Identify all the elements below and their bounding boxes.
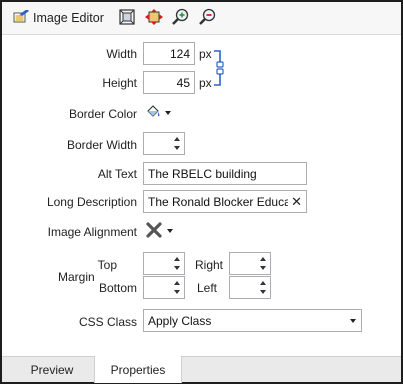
long-description-label: Long Description xyxy=(46,195,137,209)
border-color-picker[interactable] xyxy=(145,102,171,124)
css-class-label: CSS Class xyxy=(78,315,137,329)
alt-text-label: Alt Text xyxy=(97,167,137,181)
arrow-down-icon xyxy=(174,266,180,270)
tab-preview-label: Preview xyxy=(30,363,74,377)
arrow-up-icon xyxy=(174,137,180,141)
margin-left-stepper[interactable] xyxy=(229,276,271,299)
zoom-in-icon xyxy=(171,8,190,29)
fit-to-size-button[interactable] xyxy=(115,7,139,29)
arrow-up-icon xyxy=(260,281,266,285)
width-unit: px xyxy=(199,47,212,61)
margin-left-label: Left xyxy=(196,281,217,295)
stepper-arrows[interactable] xyxy=(174,279,182,296)
alt-text-input[interactable] xyxy=(143,162,307,185)
border-width-stepper[interactable] xyxy=(143,132,185,155)
tab-properties-label: Properties xyxy=(110,362,166,377)
chevron-down-icon xyxy=(350,319,356,323)
height-label: Height xyxy=(102,76,137,90)
image-alignment-picker[interactable] xyxy=(145,220,173,242)
border-width-label: Border Width xyxy=(66,138,137,152)
long-description-input[interactable]: The Ronald Blocker Educa ✕ xyxy=(143,190,307,213)
long-description-value: The Ronald Blocker Educa xyxy=(148,194,288,209)
arrow-up-icon xyxy=(260,257,266,261)
stepper-arrows[interactable] xyxy=(174,135,182,152)
zoom-out-button[interactable] xyxy=(196,7,220,29)
arrow-up-icon xyxy=(174,281,180,285)
css-class-value: Apply Class xyxy=(148,313,212,328)
arrow-down-icon xyxy=(174,290,180,294)
image-editor-button[interactable]: Image Editor xyxy=(12,7,111,29)
stepper-arrows[interactable] xyxy=(260,279,268,296)
arrow-down-icon xyxy=(260,266,266,270)
height-input[interactable] xyxy=(143,71,195,94)
css-class-select[interactable]: Apply Class xyxy=(143,309,362,332)
image-editor-window: Image Editor Width 124 px Height 45 px B… xyxy=(0,0,403,384)
aspect-lock-icon xyxy=(213,50,227,89)
margin-label: Margin xyxy=(58,270,95,284)
arrow-down-icon xyxy=(260,290,266,294)
zoom-out-icon xyxy=(198,8,217,29)
aspect-lock-button[interactable] xyxy=(213,50,227,86)
zoom-in-button[interactable] xyxy=(169,7,193,29)
margin-top-stepper[interactable] xyxy=(143,252,185,275)
margin-bottom-label: Bottom xyxy=(98,281,137,295)
paint-bucket-icon xyxy=(145,104,161,123)
width-input[interactable] xyxy=(143,42,195,65)
image-alignment-label: Image Alignment xyxy=(47,225,137,239)
stepper-arrows[interactable] xyxy=(260,255,268,272)
toolbar: Image Editor xyxy=(2,2,401,35)
tab-preview[interactable]: Preview xyxy=(12,357,92,383)
no-alignment-icon xyxy=(145,221,163,242)
margin-bottom-stepper[interactable] xyxy=(143,276,185,299)
tab-properties[interactable]: Properties xyxy=(94,356,182,383)
arrow-down-icon xyxy=(174,146,180,150)
tab-bar: Preview Properties xyxy=(2,356,401,383)
chevron-down-icon xyxy=(167,229,173,233)
margin-top-label: Top xyxy=(97,258,117,272)
chevron-down-icon xyxy=(165,111,171,115)
image-edit-icon xyxy=(13,8,29,27)
border-color-label: Border Color xyxy=(68,107,137,121)
image-editor-title: Image Editor xyxy=(33,11,104,25)
real-size-button[interactable] xyxy=(142,7,166,29)
clear-icon[interactable]: ✕ xyxy=(291,193,302,210)
arrow-up-icon xyxy=(174,257,180,261)
height-unit: px xyxy=(199,76,212,90)
stepper-arrows[interactable] xyxy=(174,255,182,272)
width-label: Width xyxy=(106,47,137,61)
margin-right-label: Right xyxy=(194,258,223,272)
margin-right-stepper[interactable] xyxy=(229,252,271,275)
fit-to-size-icon xyxy=(119,8,135,28)
real-size-icon xyxy=(144,8,163,28)
